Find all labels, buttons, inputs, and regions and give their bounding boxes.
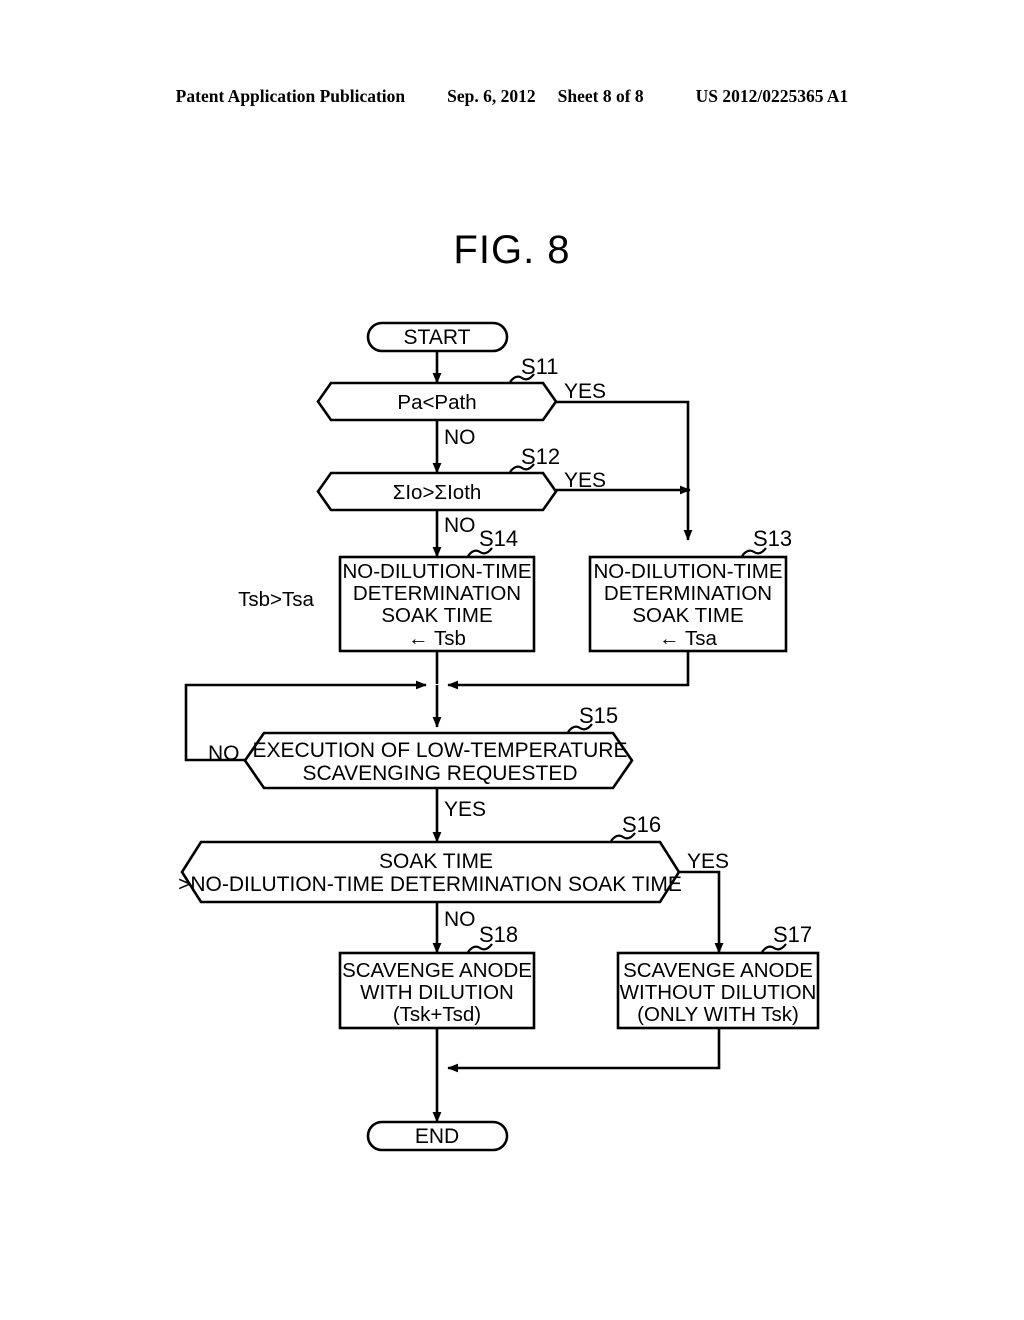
patent-drawing-page: Patent Application Publication Sep. 6, 2… xyxy=(0,0,1024,1320)
s14-line-3: SOAK TIME xyxy=(381,604,492,627)
s11-label: Pa<Path xyxy=(397,391,476,414)
s18-line-1: SCAVENGE ANODE xyxy=(342,959,532,982)
s12-no-label: NO xyxy=(444,514,476,537)
s12-label: ΣIo>ΣIoth xyxy=(393,481,482,504)
node-end: END xyxy=(366,1120,509,1152)
s16-step-label: S16 xyxy=(622,812,661,837)
s13-line-2: DETERMINATION xyxy=(604,582,772,605)
s15-line-1: EXECUTION OF LOW-TEMPERATURE xyxy=(253,739,628,762)
node-s15: EXECUTION OF LOW-TEMPERATURE SCAVENGING … xyxy=(208,703,634,821)
s18-step-label: S18 xyxy=(479,922,518,947)
s16-line-1: SOAK TIME xyxy=(379,850,493,873)
annotation-tsb-gt-tsa: Tsb>Tsa xyxy=(238,588,314,611)
s14-step-label: S14 xyxy=(479,526,518,551)
node-s16: SOAK TIME >NO-DILUTION-TIME DETERMINATIO… xyxy=(178,812,729,931)
node-start: START xyxy=(366,321,509,353)
connector-s17-to-end-merge xyxy=(447,1028,721,1073)
s12-step-label: S12 xyxy=(521,444,560,469)
s11-step-label: S11 xyxy=(521,354,559,379)
s13-line-3: SOAK TIME xyxy=(632,604,743,627)
s13-step-label: S13 xyxy=(753,526,792,551)
s17-line-2: WITHOUT DILUTION xyxy=(620,981,817,1004)
s17-line-3: (ONLY WITH Tsk) xyxy=(637,1003,799,1026)
s14-line-2: DETERMINATION xyxy=(353,582,521,605)
s18-line-2: WITH DILUTION xyxy=(360,981,514,1004)
s17-step-label: S17 xyxy=(773,922,812,947)
s13-line-1: NO-DILUTION-TIME xyxy=(593,560,782,583)
s18-line-3: (Tsk+Tsd) xyxy=(393,1003,481,1026)
s15-yes-label: YES xyxy=(444,798,486,821)
s16-yes-label: YES xyxy=(687,850,729,873)
s11-no-label: NO xyxy=(444,426,476,449)
s15-line-2: SCAVENGING REQUESTED xyxy=(303,762,578,785)
s13-line-4: ← Tsa xyxy=(659,627,717,650)
s14-line-1: NO-DILUTION-TIME xyxy=(342,560,531,583)
end-label: END xyxy=(415,1125,459,1148)
node-s13: NO-DILUTION-TIME DETERMINATION SOAK TIME… xyxy=(588,526,792,653)
s11-yes-label: YES xyxy=(564,380,606,403)
connector-s13-to-merge xyxy=(447,651,690,690)
s15-step-label: S15 xyxy=(579,703,618,728)
connector-s16-yes-to-s17 xyxy=(679,870,724,954)
start-label: START xyxy=(404,326,471,349)
s14-line-4: ← Tsb xyxy=(408,627,466,650)
s16-line-2: >NO-DILUTION-TIME DETERMINATION SOAK TIM… xyxy=(178,873,682,896)
s17-line-1: SCAVENGE ANODE xyxy=(623,959,813,982)
s16-no-label: NO xyxy=(444,908,476,931)
s15-no-label: NO xyxy=(208,742,240,765)
flowchart-diagram: START Pa<Path S11 YES NO ΣIo>ΣIoth S12 Y… xyxy=(178,321,820,1152)
s12-yes-label: YES xyxy=(564,469,606,492)
